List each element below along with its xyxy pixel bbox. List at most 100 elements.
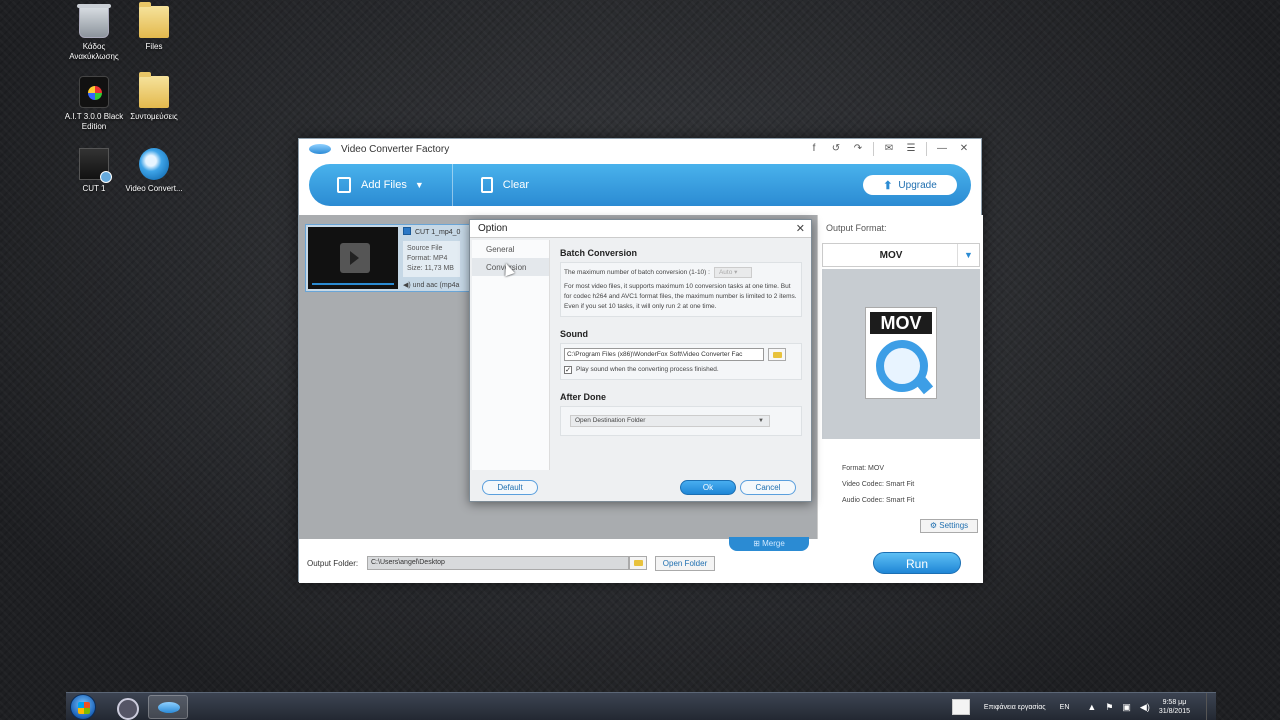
toolbar: Add Files ▼ Clear ⬆ Upgrade [299, 159, 981, 215]
clock-date: 31/8/2015 [1158, 708, 1190, 715]
video-converter-icon [139, 148, 169, 180]
after-done-value: Open Destination Folder [575, 417, 646, 424]
output-format-label: Output Format: [826, 223, 887, 233]
add-files-button[interactable]: Add Files ▼ [309, 164, 424, 206]
sound-title: Sound [560, 329, 588, 339]
batch-count-select[interactable]: Auto ▾ [713, 267, 752, 278]
clear-label: Clear [502, 179, 530, 191]
desktop-icon-ait[interactable]: A.I.T 3.0.0 Black Edition [61, 76, 127, 132]
audio-track[interactable]: und aac (mp4a [413, 282, 460, 289]
desktop-icon-recycle-bin[interactable]: Κάδος Ανακύκλωσης [61, 4, 127, 62]
redo-icon[interactable]: ↷ [847, 142, 869, 156]
play-icon [350, 251, 359, 265]
desktop-icon-video-converter[interactable]: Video Convert... [121, 148, 187, 194]
app-icon [79, 76, 109, 108]
settings-label: Settings [939, 521, 969, 530]
desktop-icon-label: Συντομεύσεις [130, 112, 178, 121]
close-icon[interactable]: ✕ [796, 222, 805, 235]
chevron-up-icon[interactable]: ▲ [1087, 702, 1096, 712]
dialog-content: Batch Conversion The maximum number of b… [560, 248, 802, 436]
gear-icon: ⚙ [929, 521, 938, 530]
folder-icon [139, 2, 169, 38]
close-button[interactable]: ✕ [953, 142, 975, 156]
show-desktop-button[interactable] [1206, 693, 1216, 720]
recycle-bin-icon [77, 4, 111, 38]
minimize-button[interactable]: — [931, 142, 953, 156]
bottom-bar: ⊞ Merge Output Folder: C:\Users\angel\De… [299, 537, 983, 583]
title-bar: Video Converter Factory f ↺ ↷ ✉ ☰ — ✕ [299, 139, 981, 159]
default-button[interactable]: Default [482, 480, 538, 495]
taskbar: Επιφάνεια εργασίας EN ▲ ⚑ ▣ ◀) 9:58 μμ 3… [66, 692, 1216, 720]
after-done-box: Open Destination Folder ▼ [560, 406, 802, 436]
clock[interactable]: 9:58 μμ 31/8/2015 [1159, 698, 1190, 716]
chevron-down-icon[interactable]: ▼ [415, 180, 424, 190]
audio-icon: ◀) [403, 282, 411, 289]
browse-folder-icon[interactable] [629, 556, 647, 570]
output-panel: Output Format: MOV ▼ MOV Format: MOV Vid… [817, 215, 983, 539]
video-thumbnail[interactable] [308, 227, 398, 289]
open-folder-button[interactable]: Open Folder [655, 556, 715, 571]
sound-path-field[interactable]: C:\Program Files (x86)\WonderFox Soft\Vi… [564, 348, 764, 361]
chevron-down-icon: ▼ [758, 418, 764, 424]
start-button[interactable] [70, 694, 96, 720]
batch-label: The maximum number of batch conversion (… [564, 268, 710, 276]
option-dialog: Option ✕ General Conversion Batch Conver… [469, 219, 812, 502]
undo-icon[interactable]: ↺ [825, 142, 847, 156]
after-done-title: After Done [560, 392, 607, 402]
output-folder-field[interactable]: C:\Users\angel\Desktop [367, 556, 629, 570]
system-tray: Επιφάνεια εργασίας EN ▲ ⚑ ▣ ◀) 9:58 μμ 3… [951, 693, 1216, 720]
info-audio-codec: Audio Codec: Smart Fit [842, 497, 915, 504]
ok-button[interactable]: Ok [680, 480, 736, 495]
desktop-icon-label: A.I.T 3.0.0 Black Edition [64, 112, 124, 131]
output-format-value: MOV [879, 250, 903, 261]
after-done-select[interactable]: Open Destination Folder ▼ [570, 415, 770, 427]
output-folder-label: Output Folder: [307, 559, 359, 568]
facebook-icon[interactable]: f [803, 142, 825, 156]
source-file-label: Source File [407, 245, 443, 252]
file-checkbox[interactable] [403, 227, 411, 235]
desktop-icon-label: Κάδος Ανακύκλωσης [69, 42, 119, 61]
add-file-icon [337, 177, 351, 193]
chevron-down-icon[interactable]: ▼ [957, 244, 979, 266]
format-preview[interactable]: MOV [822, 269, 980, 439]
dialog-title: Option [478, 223, 508, 234]
network-icon[interactable]: ▣ [1122, 702, 1131, 713]
volume-icon[interactable]: ◀) [1140, 702, 1150, 713]
run-button[interactable]: Run [873, 552, 961, 574]
folder-icon [139, 72, 169, 108]
output-format-select[interactable]: MOV ▼ [822, 243, 980, 267]
menu-icon[interactable]: ☰ [900, 142, 922, 156]
arrow-up-icon: ⬆ [883, 179, 893, 192]
info-video-codec: Video Codec: Smart Fit [842, 481, 915, 488]
clear-button[interactable]: Clear [453, 164, 529, 206]
merge-button[interactable]: ⊞ Merge [729, 537, 809, 551]
quicktime-mov-icon: MOV [865, 307, 937, 399]
language-indicator[interactable]: EN [1060, 704, 1070, 711]
tab-general[interactable]: General [472, 240, 549, 258]
trash-icon [480, 177, 493, 193]
file-list-item[interactable]: CUT 1_mp4_0 Source File Format: MP4 Size… [305, 224, 475, 292]
taskbar-app-ait[interactable] [106, 695, 146, 720]
desktop-icon-cut1[interactable]: CUT 1 [61, 148, 127, 194]
upgrade-button[interactable]: ⬆ Upgrade [863, 175, 957, 195]
play-sound-label: Play sound when the converting process f… [576, 366, 719, 373]
window-title: Video Converter Factory [341, 143, 450, 155]
settings-button[interactable]: ⚙ Settings [920, 519, 978, 533]
desktop-icon-files[interactable]: Files [121, 2, 187, 52]
sound-box: C:\Program Files (x86)\WonderFox Soft\Vi… [560, 343, 802, 380]
desktop-icon-label: CUT 1 [82, 184, 106, 193]
browse-folder-icon[interactable] [768, 348, 786, 361]
flag-icon[interactable]: ⚑ [1105, 702, 1113, 713]
play-sound-checkbox[interactable]: ✓ [564, 366, 572, 374]
batch-conversion-box: The maximum number of batch conversion (… [560, 262, 802, 317]
notepad-icon[interactable] [951, 699, 970, 715]
desktop-icon-label: Files [145, 42, 163, 51]
feedback-icon[interactable]: ✉ [878, 142, 900, 156]
batch-conversion-title: Batch Conversion [560, 248, 638, 258]
file-format: Format: MP4 [407, 255, 448, 262]
cancel-button[interactable]: Cancel [740, 480, 796, 495]
taskbar-app-video-converter[interactable] [148, 695, 188, 719]
desktop-toolbar-label[interactable]: Επιφάνεια εργασίας [984, 704, 1046, 711]
desktop-icon-label: Video Convert... [125, 184, 183, 193]
desktop-icon-shortcuts[interactable]: Συντομεύσεις [121, 72, 187, 122]
